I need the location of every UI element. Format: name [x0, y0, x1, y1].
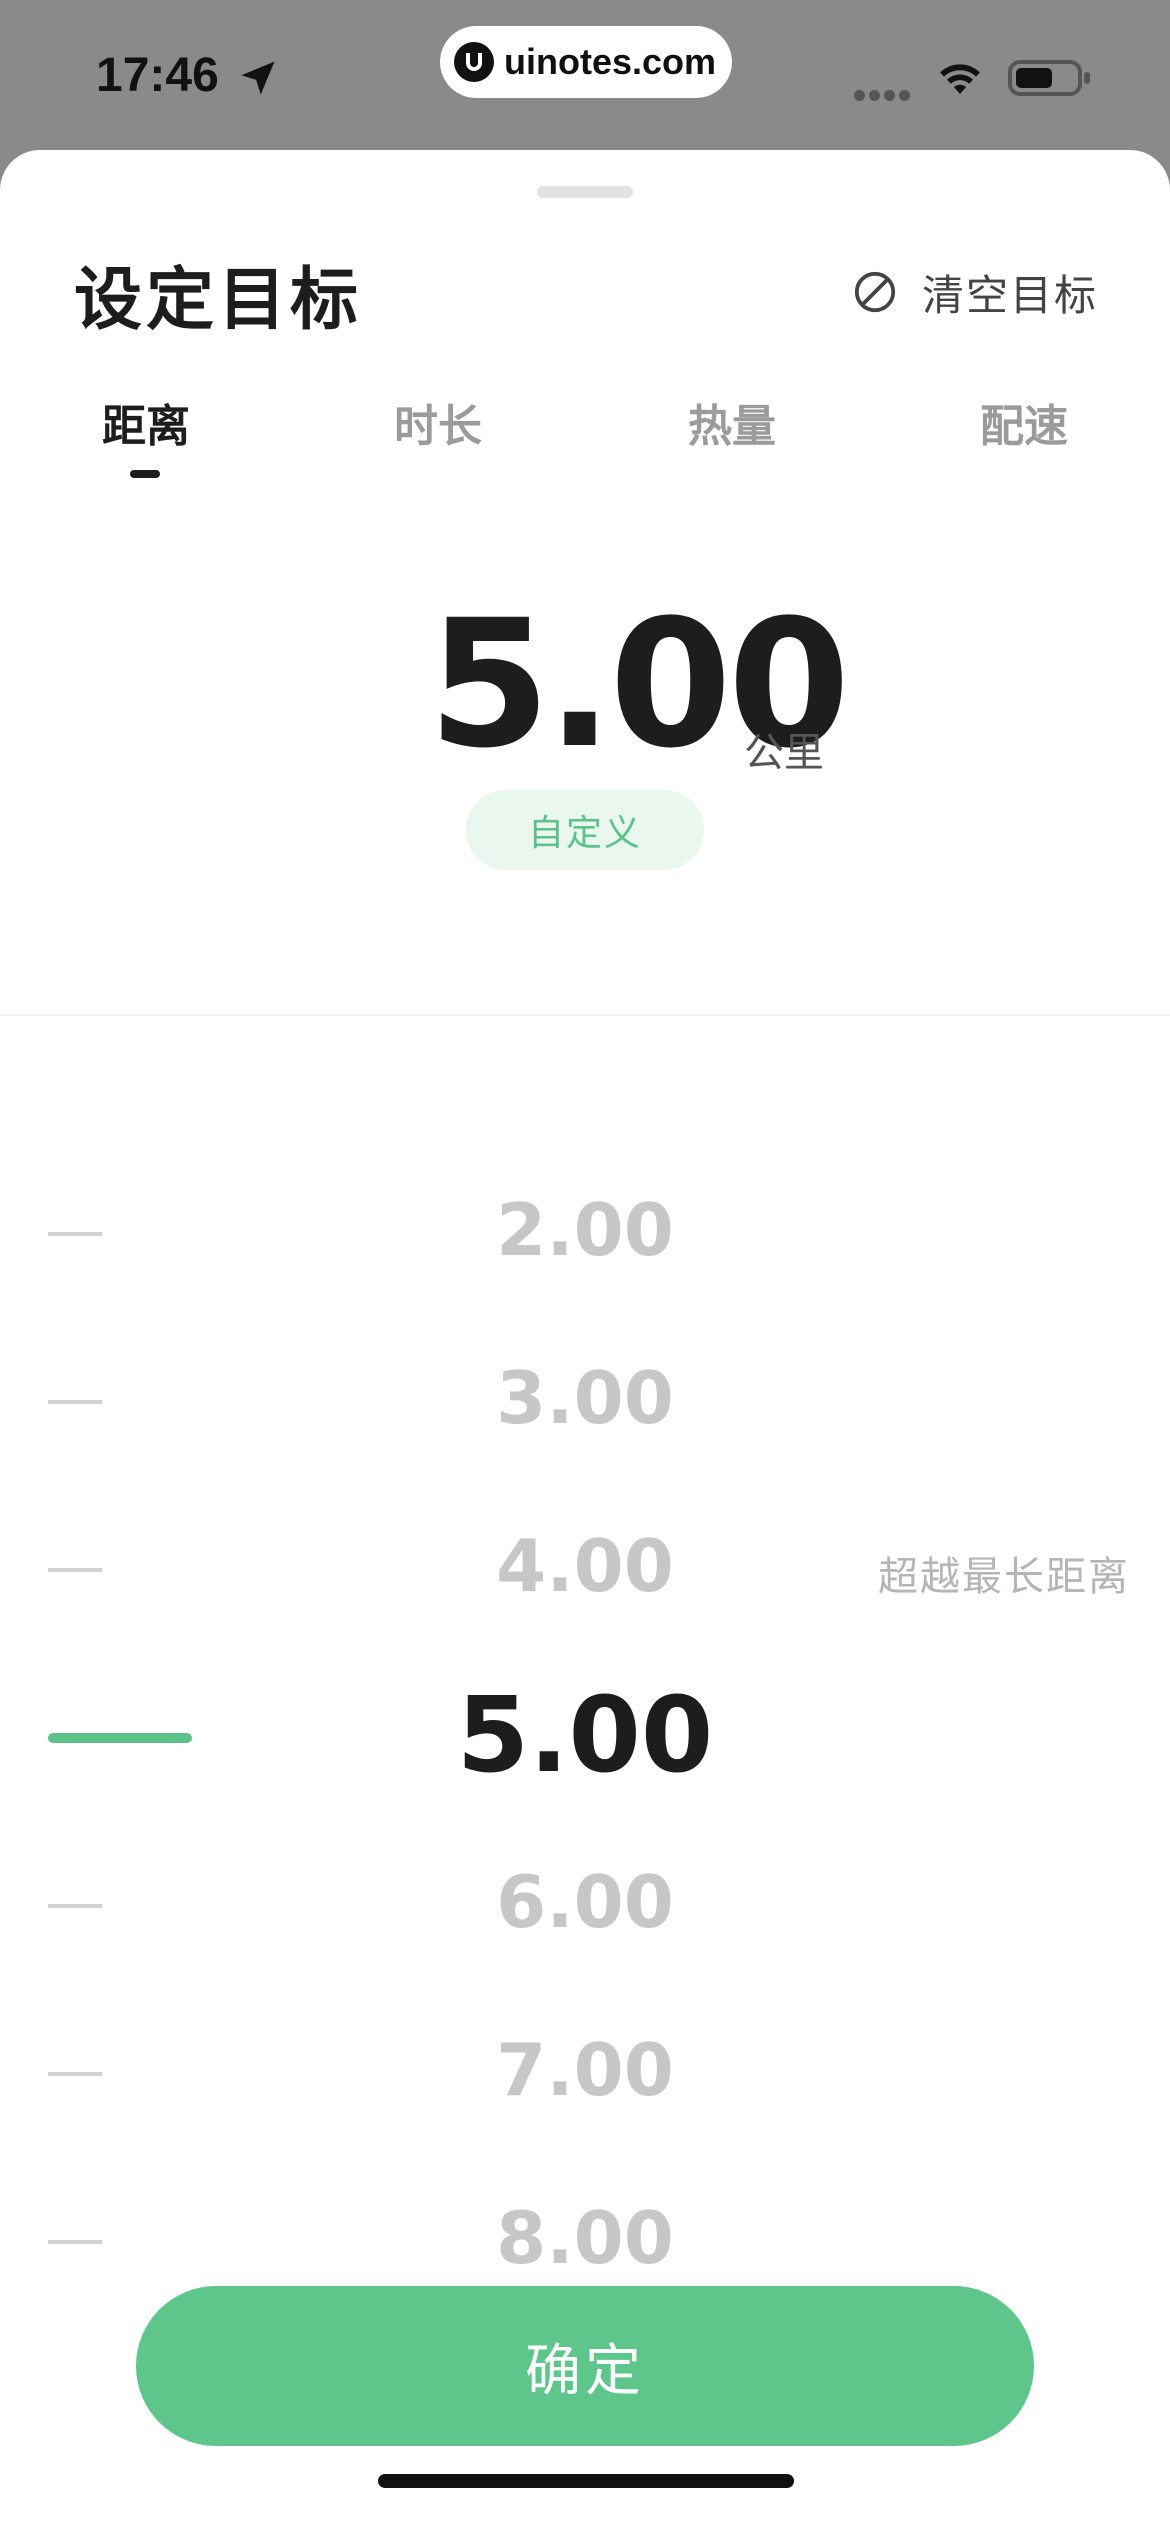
sheet-title: 设定目标 — [74, 261, 363, 340]
cellular-signal-icon — [854, 86, 914, 101]
status-bar: 17:46 uinotes.com — [0, 0, 1170, 150]
picker-row[interactable]: 4.00 超越最长距离 — [0, 1486, 1170, 1654]
url-pill[interactable]: uinotes.com — [440, 26, 732, 98]
picker-row[interactable]: 7.00 — [0, 1990, 1170, 2158]
tab-calories[interactable]: 热量 — [652, 390, 812, 454]
picker-row[interactable]: 6.00 — [0, 1822, 1170, 1990]
confirm-button[interactable]: 确定 — [136, 2286, 1034, 2446]
clear-goal-label: 清空目标 — [922, 270, 1099, 320]
wifi-icon — [940, 64, 980, 94]
goal-sheet: 设定目标 清空目标 距离 时长 热量 配速 5.00 公里 自定义 2.00 3.… — [0, 150, 1170, 2532]
url-text: uinotes.com — [504, 41, 717, 82]
custom-goal-button[interactable]: 自定义 — [466, 790, 704, 870]
picker-value: 5.00 — [456, 1674, 714, 1796]
prohibited-icon — [854, 271, 896, 313]
sheet-grabber[interactable] — [537, 186, 633, 198]
goal-unit: 公里 — [744, 730, 824, 776]
picker-note: 超越最长距离 — [878, 1554, 1130, 1600]
battery-icon — [1008, 60, 1090, 96]
tab-distance[interactable]: 距离 — [66, 390, 226, 454]
clear-goal-button[interactable]: 清空目标 — [852, 260, 1098, 324]
home-indicator — [378, 2474, 794, 2488]
picker-value: 8.00 — [496, 2196, 674, 2280]
divider — [0, 1014, 1170, 1016]
goal-display: 5.00 公里 — [0, 590, 1170, 780]
location-arrow-icon — [241, 61, 275, 95]
picker-row[interactable]: 2.00 — [0, 1150, 1170, 1318]
goal-type-tabs: 距离 时长 热量 配速 — [0, 390, 1170, 490]
picker-value: 7.00 — [496, 2028, 674, 2112]
tab-duration[interactable]: 时长 — [358, 390, 518, 454]
tab-pace[interactable]: 配速 — [944, 390, 1104, 454]
status-time: 17:46 — [96, 49, 219, 102]
site-logo-icon — [454, 42, 494, 82]
picker-value: 6.00 — [496, 1860, 674, 1944]
picker-row-selected[interactable]: 5.00 — [0, 1654, 1170, 1822]
picker-value: 3.00 — [496, 1356, 674, 1440]
picker-value: 2.00 — [496, 1188, 674, 1272]
tab-indicator — [130, 470, 160, 478]
picker-row[interactable]: 3.00 — [0, 1318, 1170, 1486]
